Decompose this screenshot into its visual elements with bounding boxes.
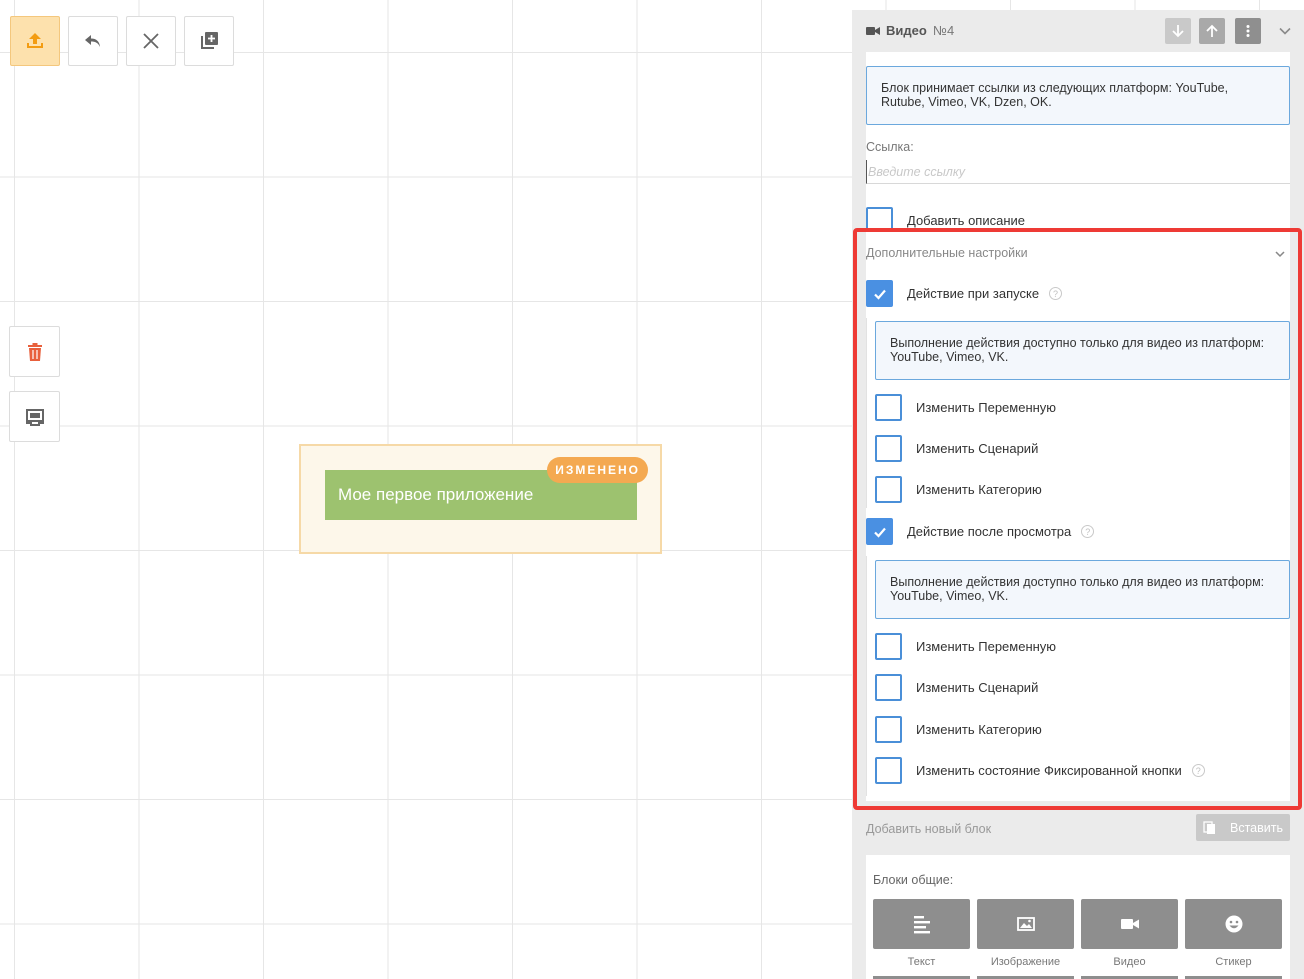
on-start-option-scenario[interactable]: Изменить Сценарий xyxy=(875,435,1038,462)
screen-icon xyxy=(25,408,44,426)
link-label: Ссылка: xyxy=(866,140,914,154)
help-icon[interactable]: ? xyxy=(1049,287,1063,300)
on-start-info: Выполнение действия доступно только для … xyxy=(875,321,1290,380)
option-label: Изменить Категорию xyxy=(916,482,1042,497)
close-button[interactable] xyxy=(126,16,176,66)
upload-icon xyxy=(27,33,43,48)
on-start-option-category[interactable]: Изменить Категорию xyxy=(875,476,1042,503)
block-tile-label: Видео xyxy=(1113,956,1146,968)
panel-title: Видео xyxy=(886,23,927,38)
block-tile-image[interactable]: Изображение xyxy=(977,899,1074,968)
collapse-panel-button[interactable] xyxy=(1272,18,1298,44)
advanced-settings-header[interactable]: Дополнительные настройки xyxy=(866,244,1290,264)
close-icon xyxy=(143,33,159,49)
undo-icon xyxy=(85,35,100,47)
on-start-scenario-checkbox[interactable] xyxy=(875,435,902,462)
after-view-scenario-checkbox[interactable] xyxy=(875,674,902,701)
on-start-row[interactable]: Действие при запуске ? xyxy=(866,280,1063,307)
paste-icon xyxy=(1203,821,1215,834)
more-vertical-icon xyxy=(1246,25,1250,37)
block-settings-panel: Видео №4 Блок принимает ссылки из следую… xyxy=(852,10,1304,979)
block-tile-label: Текст xyxy=(907,956,936,968)
option-label: Изменить Сценарий xyxy=(916,441,1039,456)
upload-button[interactable] xyxy=(10,16,60,66)
check-icon xyxy=(873,527,886,538)
chevron-down-icon xyxy=(1279,27,1291,35)
video-icon xyxy=(1120,919,1139,929)
block-tile-text[interactable]: Текст xyxy=(873,899,970,968)
on-start-label: Действие при запуске xyxy=(907,286,1040,301)
after-view-checkbox[interactable] xyxy=(866,518,893,545)
after-view-label: Действие после просмотра xyxy=(907,524,1072,539)
block-tile-sticker[interactable]: Стикер xyxy=(1185,899,1282,968)
video-link-card: Блок принимает ссылки из следующих платф… xyxy=(866,52,1290,234)
trash-icon xyxy=(27,342,42,361)
add-copy-button[interactable] xyxy=(184,16,234,66)
after-view-row[interactable]: Действие после просмотра ? xyxy=(866,518,1095,545)
common-blocks: Блоки общие: Текст Изображение Видео Сти… xyxy=(866,855,1290,979)
add-copy-icon xyxy=(201,32,218,49)
on-start-variable-checkbox[interactable] xyxy=(875,394,902,421)
screen-button[interactable] xyxy=(9,391,60,442)
block-tile-image-button[interactable] xyxy=(977,899,1074,949)
link-input[interactable] xyxy=(866,160,1290,184)
arrow-up-icon xyxy=(1206,24,1218,37)
add-new-block-row: Добавить новый блок Вставить xyxy=(866,814,1290,844)
side-tools xyxy=(9,326,60,442)
sticker-icon xyxy=(1225,915,1242,933)
option-label: Изменить Переменную xyxy=(916,639,1057,654)
option-label: Изменить состояние Фиксированной кнопки xyxy=(916,763,1182,778)
option-label: Изменить Категорию xyxy=(916,722,1042,737)
after-view-option-category[interactable]: Изменить Категорию xyxy=(875,716,1042,743)
chevron-down-icon xyxy=(1275,251,1285,258)
after-view-fixed-button-checkbox[interactable] xyxy=(875,757,902,784)
after-view-category-checkbox[interactable] xyxy=(875,716,902,743)
block-tile-video-button[interactable] xyxy=(1081,899,1178,949)
advanced-settings: Дополнительные настройки Действие при за… xyxy=(866,232,1290,801)
block-tile-label: Стикер xyxy=(1215,956,1252,968)
option-label: Изменить Переменную xyxy=(916,400,1057,415)
add-description-checkbox[interactable] xyxy=(866,207,893,234)
on-start-category-checkbox[interactable] xyxy=(875,476,902,503)
image-icon xyxy=(1016,917,1035,931)
option-label: Изменить Сценарий xyxy=(916,680,1039,695)
block-tile-sticker-button[interactable] xyxy=(1185,899,1282,949)
app-node[interactable]: Мое первое приложение ИЗМЕНЕНО xyxy=(299,444,662,554)
add-description-label: Добавить описание xyxy=(907,213,1025,228)
panel-header: Видео №4 xyxy=(852,10,1304,52)
after-view-variable-checkbox[interactable] xyxy=(875,633,902,660)
block-tile-video[interactable]: Видео xyxy=(1081,899,1178,968)
after-view-divider xyxy=(866,556,867,796)
delete-button[interactable] xyxy=(9,326,60,377)
add-new-block-label: Добавить новый блок xyxy=(866,822,992,836)
move-down-button[interactable] xyxy=(1165,18,1191,44)
after-view-option-scenario[interactable]: Изменить Сценарий xyxy=(875,674,1038,701)
on-start-divider xyxy=(866,318,867,508)
after-view-info: Выполнение действия доступно только для … xyxy=(875,560,1290,619)
move-up-button[interactable] xyxy=(1199,18,1225,44)
more-button[interactable] xyxy=(1235,18,1261,44)
check-icon xyxy=(873,289,886,300)
advanced-settings-title: Дополнительные настройки xyxy=(866,246,1028,260)
platforms-info: Блок принимает ссылки из следующих платф… xyxy=(866,66,1290,125)
video-icon xyxy=(866,27,880,35)
toolbar xyxy=(10,16,234,66)
paste-button[interactable]: Вставить xyxy=(1196,814,1290,841)
on-start-checkbox[interactable] xyxy=(866,280,893,307)
block-tile-label: Изображение xyxy=(990,956,1061,968)
undo-button[interactable] xyxy=(68,16,118,66)
panel-number: №4 xyxy=(933,23,955,38)
block-tile-text-button[interactable] xyxy=(873,899,970,949)
help-icon[interactable]: ? xyxy=(1191,764,1205,777)
add-description-row[interactable]: Добавить описание xyxy=(866,207,1025,234)
arrow-down-icon xyxy=(1172,25,1184,38)
after-view-option-variable[interactable]: Изменить Переменную xyxy=(875,633,1056,660)
common-blocks-title: Блоки общие: xyxy=(873,873,954,887)
help-icon[interactable]: ? xyxy=(1081,525,1095,538)
on-start-option-variable[interactable]: Изменить Переменную xyxy=(875,394,1056,421)
after-view-option-fixed-button[interactable]: Изменить состояние Фиксированной кнопки … xyxy=(875,757,1205,784)
text-icon xyxy=(913,916,930,934)
paste-label: Вставить xyxy=(1230,820,1283,835)
changed-badge: ИЗМЕНЕНО xyxy=(547,457,648,483)
